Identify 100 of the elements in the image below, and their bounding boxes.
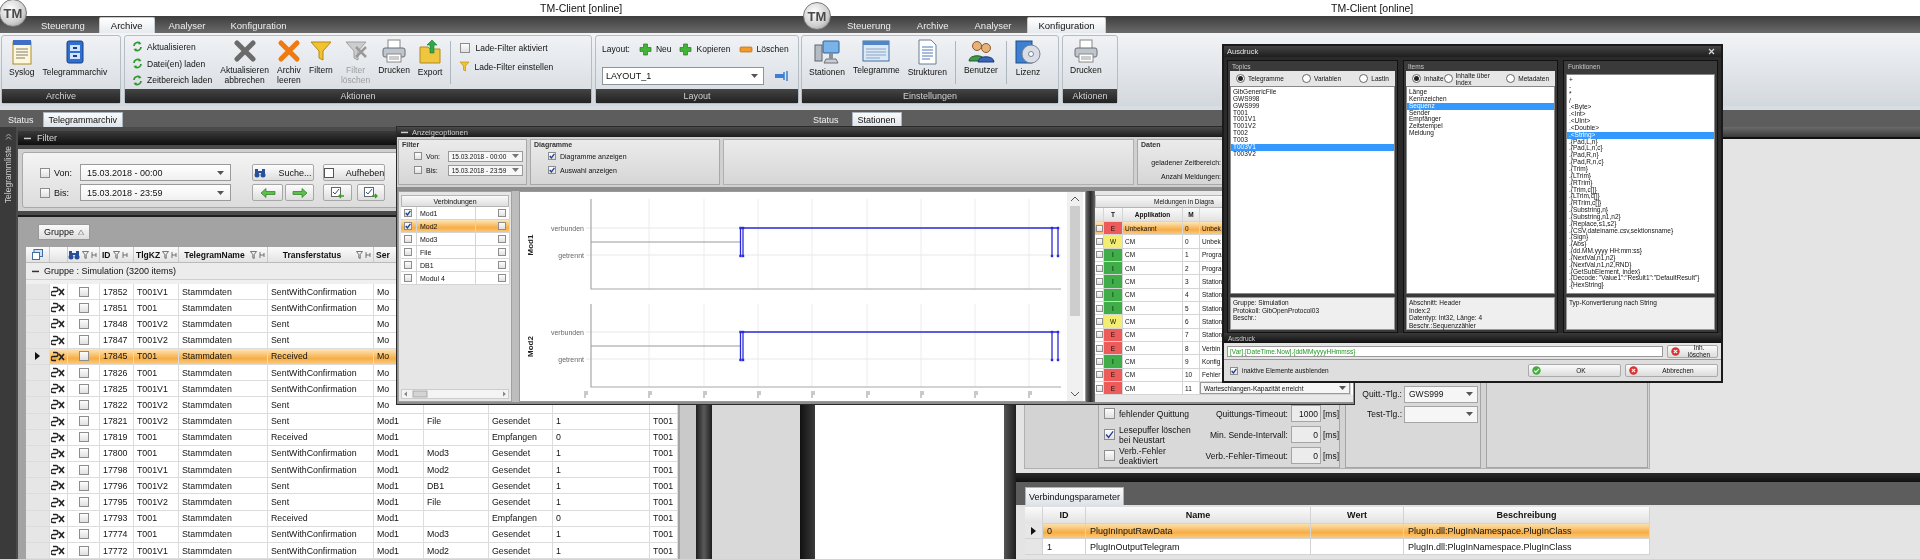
table-cell: 17822 xyxy=(103,399,128,410)
table-cell: T001 xyxy=(137,448,158,459)
table-cell: T001 xyxy=(137,432,158,443)
table-cell: 17793 xyxy=(103,513,128,524)
unit-label: [ms] xyxy=(1322,429,1339,440)
table-cell: T001 xyxy=(653,432,674,443)
table-cell: 1 xyxy=(556,545,561,556)
table-cell: 17848 xyxy=(103,318,128,329)
table-cell: File xyxy=(427,416,442,427)
field-label: Verb.-Fehler-Timeout: xyxy=(1204,450,1288,461)
table-cell: Mod1 xyxy=(377,416,399,427)
table-cell: T001V1 xyxy=(137,464,168,475)
table-cell: 0 xyxy=(556,432,561,443)
table-cell: Stammdaten xyxy=(182,399,232,410)
table-cell: Stammdaten xyxy=(182,383,232,394)
table-cell: T001 xyxy=(653,529,674,540)
table-cell: 17772 xyxy=(103,545,128,556)
table-cell: Received xyxy=(271,513,308,524)
table-cell: Mo xyxy=(377,367,390,378)
group-label: Aktionen xyxy=(125,89,591,103)
table-cell: Gesendet xyxy=(492,545,531,556)
table-cell: Mo xyxy=(377,335,390,346)
table-cell: T001 xyxy=(653,416,674,427)
table-cell: SentWithConfirmation xyxy=(271,464,357,475)
table-cell: Sent xyxy=(271,335,290,346)
table-cell: Stammdaten xyxy=(182,335,232,346)
table-cell: T001 xyxy=(653,480,674,491)
table-cell: 17774 xyxy=(103,529,128,540)
field-label: Bis: xyxy=(54,187,70,198)
table-cell: Gesendet xyxy=(492,529,531,540)
table-cell: T001 xyxy=(653,545,674,556)
table-cell: Stammdaten xyxy=(182,367,232,378)
table-cell: SentWithConfirmation xyxy=(271,448,357,459)
unit-label: [ms] xyxy=(1322,408,1339,419)
table-cell: Mo xyxy=(377,286,390,297)
table-cell: T001 xyxy=(653,497,674,508)
table-cell: T001V2 xyxy=(137,335,168,346)
table-cell: T001V2 xyxy=(137,399,168,410)
table-cell: Mod1 xyxy=(377,448,399,459)
table-cell: Mod3 xyxy=(427,448,449,459)
table-cell: 1 xyxy=(556,464,561,475)
table-cell: 17852 xyxy=(103,286,128,297)
table-cell: PlugInInputRawData xyxy=(1090,525,1173,536)
table-cell: 17851 xyxy=(103,302,128,313)
field-label: Test-Tlg.: xyxy=(1366,409,1402,419)
group-label: Layout xyxy=(596,89,798,103)
table-cell: T001V1 xyxy=(137,383,168,394)
table-cell: DB1 xyxy=(427,480,445,491)
field-label: Min. Sende-Intervall: xyxy=(1209,429,1288,440)
table-cell: SentWithConfirmation xyxy=(271,286,357,297)
table-cell: T001V2 xyxy=(137,497,168,508)
table-cell: Stammdaten xyxy=(182,432,232,443)
checkbox-label: Lade-Filter aktiviert xyxy=(475,43,548,53)
table-cell: Stammdaten xyxy=(182,286,232,297)
table-cell: Mo xyxy=(377,399,390,410)
group-label: Aktionen xyxy=(1063,89,1117,103)
table-cell: Stammdaten xyxy=(182,351,232,362)
table-cell: Stammdaten xyxy=(182,545,232,556)
field-label: Quittungs-Timeout: xyxy=(1214,408,1288,419)
table-cell: 17847 xyxy=(103,335,128,346)
table-cell: SentWithConfirmation xyxy=(271,383,357,394)
table-cell: Gesendet xyxy=(492,497,531,508)
table-cell: Sent xyxy=(271,399,290,410)
table-cell: 17821 xyxy=(103,416,128,427)
table-cell: Gesendet xyxy=(492,416,531,427)
panel-title: Filter xyxy=(37,133,57,143)
table-cell: 17800 xyxy=(103,448,128,459)
table-cell: T001 xyxy=(653,513,674,524)
table-cell: 1 xyxy=(556,416,561,427)
table-cell: T001 xyxy=(137,302,158,313)
table-cell: Gesendet xyxy=(492,480,531,491)
table-cell: PlugInOutputTelegram xyxy=(1090,541,1180,552)
table-cell: Stammdaten xyxy=(182,318,232,329)
table-cell: 17795 xyxy=(103,497,128,508)
table-cell: Mod1 xyxy=(377,497,399,508)
axis-title: Mod1 xyxy=(526,234,535,256)
table-cell: T001 xyxy=(137,367,158,378)
table-cell: Received xyxy=(271,351,308,362)
table-cell: 17796 xyxy=(103,480,128,491)
table-cell: PlugIn.dll:PlugInNamespace.PlugInClass xyxy=(1408,541,1572,552)
table-cell: Stammdaten xyxy=(182,464,232,475)
table-cell: Mo xyxy=(377,302,390,313)
table-cell: Mod1 xyxy=(377,529,399,540)
table-cell: T001 xyxy=(653,464,674,475)
table-cell: Mod1 xyxy=(377,432,399,443)
table-cell: 1 xyxy=(556,497,561,508)
table-cell: 17819 xyxy=(103,432,128,443)
table-cell: SentWithConfirmation xyxy=(271,529,357,540)
table-cell: Stammdaten xyxy=(182,529,232,540)
table-cell: T001V2 xyxy=(137,416,168,427)
table-cell: 0 xyxy=(556,513,561,524)
table-cell: Gesendet xyxy=(492,448,531,459)
table-cell: 17845 xyxy=(103,351,128,362)
table-cell: 17825 xyxy=(103,383,128,394)
table-cell: Mod3 xyxy=(427,529,449,540)
table-cell: Mod1 xyxy=(377,480,399,491)
table-cell: 1 xyxy=(1047,541,1052,552)
table-cell: SentWithConfirmation xyxy=(271,302,357,313)
checkbox-label: Verb.-Fehler deaktiviert xyxy=(1119,445,1167,466)
table-cell: 1 xyxy=(556,480,561,491)
